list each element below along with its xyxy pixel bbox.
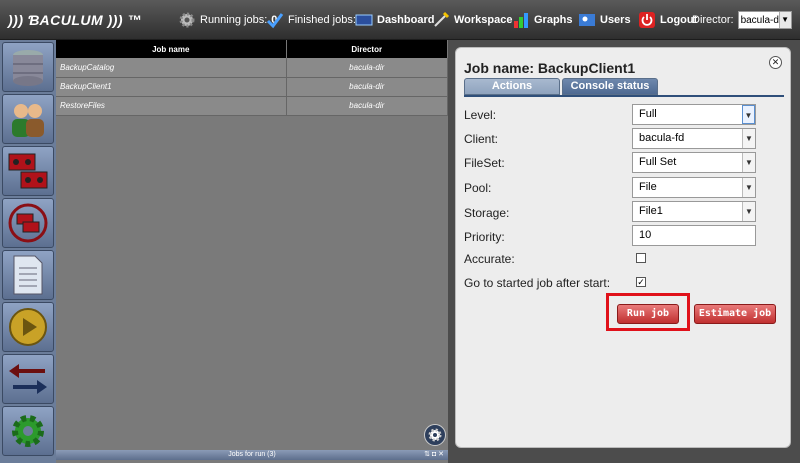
sidebar-item-storage[interactable] [2,42,54,92]
priority-input[interactable]: 10 [632,225,756,246]
tapes-icon [8,153,48,189]
fileset-value: Full Set [639,156,677,168]
transfer-arrows-icon [9,364,47,394]
client-select[interactable]: bacula-fd ▼ [632,128,756,149]
play-icon [9,308,47,346]
chevron-down-icon: ▼ [742,105,755,124]
sidebar-item-run[interactable] [2,302,54,352]
users-link[interactable]: Users [578,10,631,30]
workspace-link[interactable]: Workspace [432,10,513,30]
level-label: Level: [464,108,497,122]
logout-link[interactable]: Logout [638,10,697,30]
running-jobs[interactable]: Running jobs: 0 [178,10,277,30]
accurate-label: Accurate: [464,252,515,266]
priority-label: Priority: [464,230,505,244]
sidebar [0,40,56,463]
chevron-down-icon: ▼ [778,12,791,28]
dashboard-label: Dashboard [377,14,435,26]
fileset-select[interactable]: Full Set ▼ [632,152,756,173]
dashboard-link[interactable]: Dashboard [355,10,434,30]
goto-started-job-checkbox[interactable]: ✓ [636,277,646,287]
director-selector: Director: bacula-dir ▼ [692,10,792,30]
level-select[interactable]: Full ▼ [632,104,756,125]
power-icon [639,12,655,28]
tools-icon [434,11,450,27]
run-job-button[interactable]: Run job [617,304,679,324]
accurate-checkbox[interactable] [636,253,646,263]
run-job-highlight: Run job [606,293,690,331]
table-row[interactable]: RestoreFiles bacula-dir [56,96,448,116]
sidebar-item-settings[interactable] [2,406,54,456]
table-row[interactable]: BackupCatalog bacula-dir [56,58,448,78]
goto-started-job-label: Go to started job after start: [464,276,611,290]
sidebar-item-restore[interactable] [2,354,54,404]
table-row[interactable]: BackupClient1 bacula-dir [56,77,448,97]
job-panel-title: Job name: BackupClient1 [464,60,636,76]
jobs-table: Job name Director BackupCatalog bacula-d… [56,40,448,116]
director-select[interactable]: bacula-dir ▼ [737,11,792,29]
gear-icon [179,12,195,28]
storage-icon [13,50,43,86]
tab-divider [464,95,784,97]
fileset-label: FileSet: [464,156,505,170]
app-logo[interactable]: ))) ƁACULUM ))) ™ [8,12,142,28]
storage-label: Storage: [464,206,510,220]
table-header: Job name Director [56,40,448,58]
finished-jobs[interactable]: Finished jobs: 3 [266,10,366,30]
pool-label: Pool: [464,181,492,195]
pool-value: File [639,181,657,193]
sidebar-item-tapes[interactable] [2,146,54,196]
graphs-link[interactable]: Graphs [512,10,573,30]
volumes-icon [8,203,48,243]
sidebar-item-clients[interactable] [2,94,54,144]
checkmark-icon [266,13,284,29]
job-name-cell: BackupClient1 [56,77,287,97]
gear-icon [428,428,442,442]
director-cell: bacula-dir [286,58,448,78]
users-icon [579,14,595,26]
column-header-director[interactable]: Director [286,40,448,58]
settings-gear-icon [12,415,44,447]
run-job-panel: Job name: BackupClient1 ✕ Actions Consol… [455,47,791,448]
finished-jobs-label: Finished jobs: [288,14,356,26]
jobs-list-panel: Job name Director BackupCatalog bacula-d… [56,40,448,463]
footer-controls[interactable]: ⇅ ◘ ✕ [424,450,444,460]
column-header-job-name[interactable]: Job name [56,40,287,58]
storage-select[interactable]: File1 ▼ [632,201,756,222]
sidebar-item-filesets[interactable] [2,250,54,300]
director-cell: bacula-dir [286,77,448,97]
users-label: Users [600,14,631,26]
job-name-cell: BackupCatalog [56,58,287,78]
tab-actions[interactable]: Actions [464,78,560,95]
director-label: Director: [692,14,734,26]
estimate-job-button[interactable]: Estimate job [694,304,776,324]
graphs-label: Graphs [534,14,573,26]
document-icon [13,255,43,295]
jobs-footer: Jobs for run (3) ⇅ ◘ ✕ [56,450,448,460]
job-name-cell: RestoreFiles [56,96,287,116]
sidebar-item-volumes[interactable] [2,198,54,248]
client-value: bacula-fd [639,132,685,144]
storage-value: File1 [639,205,663,217]
chevron-down-icon: ▼ [742,153,755,172]
pool-select[interactable]: File ▼ [632,177,756,198]
users-icon [12,104,44,137]
client-label: Client: [464,132,499,146]
chevron-down-icon: ▼ [742,129,755,148]
dashboard-icon [355,14,373,26]
level-value: Full [639,108,657,120]
close-icon[interactable]: ✕ [769,56,782,69]
top-bar: ))) ƁACULUM ))) ™ Running jobs: 0 Finish… [0,0,800,40]
bar-chart-icon [514,13,528,28]
chevron-down-icon: ▼ [742,178,755,197]
director-cell: bacula-dir [286,96,448,116]
priority-value: 10 [639,229,652,241]
chevron-down-icon: ▼ [742,202,755,221]
workspace-label: Workspace [454,14,513,26]
table-settings-button[interactable] [424,424,446,446]
tab-console-status[interactable]: Console status [562,78,658,95]
jobs-footer-label: Jobs for run (3) [228,451,276,458]
running-jobs-label: Running jobs: [200,14,268,26]
